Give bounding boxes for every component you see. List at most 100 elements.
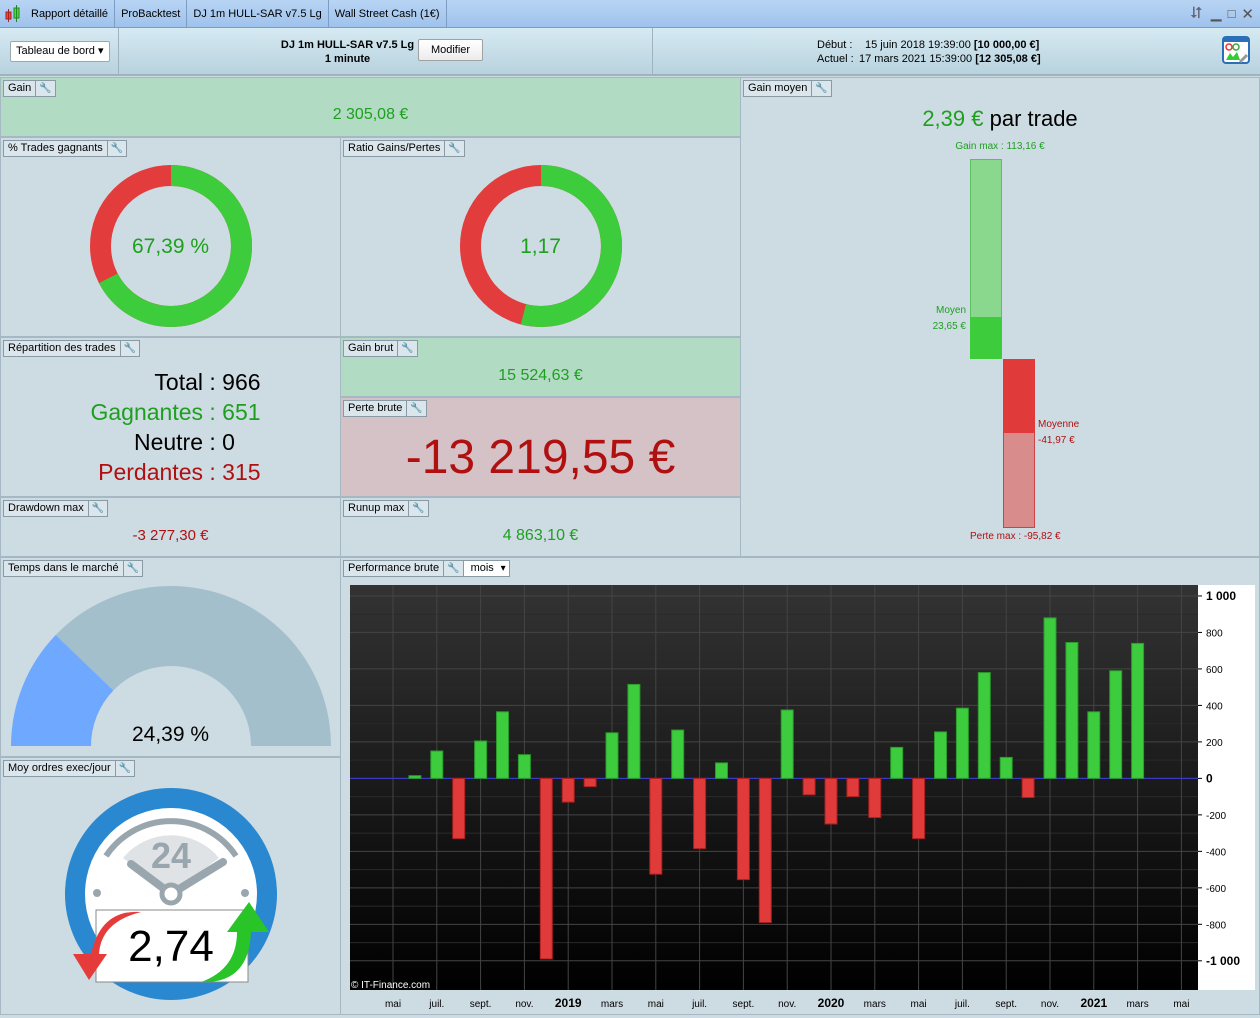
wrench-icon[interactable]: 🔧 [87, 501, 107, 516]
gain-panel: Gain 🔧 2 305,08 € [0, 77, 741, 137]
x-tick-label: 2020 [818, 996, 845, 1010]
avg-loss-label: Moyenne [1038, 419, 1080, 430]
avg-loss-bar [1003, 359, 1035, 434]
gain-title-label: Gain [8, 82, 32, 94]
x-tick-label: sept. [995, 999, 1017, 1010]
gross-gain-value: 15 524,63 € [498, 367, 583, 384]
winning-row: Gagnantes : 651 [1, 397, 341, 427]
x-tick-label: juil. [954, 999, 970, 1010]
x-tick-label: mai [385, 999, 401, 1010]
tab-rapport-detaille[interactable]: Rapport détaillé [25, 0, 116, 28]
runup-title: Runup max [348, 502, 405, 514]
bar-juil--2019 [693, 777, 707, 850]
drawdown-value: -3 277,30 € [132, 527, 209, 544]
start-date: 15 juin 2018 19:39:00 [865, 39, 971, 51]
close-icon[interactable]: ✕ [1241, 5, 1254, 23]
y-tick-label: 600 [1206, 665, 1223, 676]
clock-label: 24 [151, 835, 191, 876]
bar-juin-2020 [934, 731, 947, 779]
bar-juin-2018 [408, 775, 422, 779]
bar-sept--2020 [999, 756, 1013, 779]
max-loss-label: Perte max : -95,82 € [970, 531, 1061, 542]
row-value: 651 [222, 399, 261, 425]
share-icon[interactable]: ⮃ [1190, 5, 1203, 23]
avg-gain-panel: Gain moyen 🔧 2,39 € par trade Gain max : … [740, 77, 1260, 557]
avg-gain-value: 2,39 € [922, 106, 984, 131]
win-pct-panel: % Trades gagnants 🔧 67,39 % [0, 137, 341, 337]
gross-loss-value: -13 219,55 € [405, 431, 676, 484]
y-tick-label: 0 [1206, 771, 1213, 785]
x-tick-label: nov. [1041, 999, 1059, 1010]
x-tick-label: nov. [515, 999, 533, 1010]
gauge-remaining [55, 586, 331, 746]
bar-févr--2021 [1109, 670, 1123, 779]
bar-sept--2018 [474, 740, 488, 779]
avg-win-label: Moyen [935, 305, 966, 316]
gross-gain-title: Gain brut [348, 342, 394, 354]
view-select[interactable]: Tableau de bord ▾ [10, 41, 110, 62]
tab-probacktest[interactable]: ProBacktest [115, 0, 188, 28]
orders-panel: Moy ordres exec/jour 🔧 24 2,74 [0, 757, 341, 1015]
gain-title: Gain 🔧 [3, 80, 56, 97]
performance-chart: mai juil. sept. nov. 2019 mars mai juil. sept. no… [350, 585, 1255, 1010]
report-header: Tableau de bord ▾ DJ 1m HULL-SAR v7.5 Lg… [0, 28, 1260, 76]
candlestick-app-icon [5, 4, 20, 22]
bar-mai-2019 [649, 777, 663, 875]
wrench-icon[interactable]: 🔧 [408, 501, 427, 516]
x-tick-label: mars [601, 999, 623, 1010]
tab-system[interactable]: DJ 1m HULL-SAR v7.5 Lg [187, 0, 329, 28]
win-pct-title: % Trades gagnants [8, 142, 103, 154]
bar-août-2019 [715, 762, 728, 779]
bar-juin-2019 [671, 729, 685, 779]
maximize-icon[interactable]: □ [1228, 6, 1236, 21]
bar-août-2018 [452, 777, 466, 840]
tab-instrument[interactable]: Wall Street Cash (1€) [329, 0, 447, 28]
avg-loss-value: -41,97 € [1038, 435, 1075, 446]
x-tick-label: mars [1126, 999, 1148, 1010]
view-select-value: Tableau de bord [16, 45, 95, 57]
wrench-icon[interactable]: 🔧 [106, 141, 126, 156]
wrench-icon[interactable]: 🔧 [35, 81, 54, 96]
x-tick-label: sept. [733, 999, 755, 1010]
bar-oct--2019 [758, 777, 772, 923]
bar-mai-2020 [912, 777, 926, 840]
dashboard-settings-icon[interactable] [1222, 36, 1252, 66]
row-label: Perdantes [98, 459, 203, 485]
current-capital: [12 305,08 €] [975, 53, 1041, 65]
bar-janv--2019 [561, 777, 575, 803]
gross-loss-title: Perte brute [348, 402, 403, 414]
neutral-row: Neutre : 0 [1, 427, 341, 457]
row-value: 0 [222, 429, 235, 455]
current-label: Actuel : [817, 53, 854, 65]
chevron-down-icon: ▾ [97, 45, 104, 57]
x-tick-label: mars [864, 999, 886, 1010]
wrench-icon[interactable]: 🔧 [444, 141, 463, 156]
row-label: Neutre [133, 429, 203, 455]
bar-juil--2018 [430, 750, 444, 779]
drawdown-panel: Drawdown max 🔧 -3 277,30 € [0, 497, 341, 557]
distribution-panel: Répartition des trades 🔧 Total : 966 Gagn… [0, 337, 341, 497]
wrench-icon[interactable]: 🔧 [406, 401, 425, 416]
wrench-icon[interactable]: 🔧 [811, 81, 830, 96]
avg-win-bar [970, 317, 1002, 359]
wrench-icon[interactable]: 🔧 [119, 341, 139, 356]
start-label: Début : [817, 39, 853, 51]
minimize-icon[interactable]: ▁ [1211, 5, 1222, 22]
time-in-market-value: 24,39 % [131, 723, 210, 746]
gross-gain-panel: Gain brut 🔧 15 524,63 € [340, 337, 741, 397]
wrench-icon[interactable]: 🔧 [114, 761, 134, 776]
bar-mars-2021 [1131, 642, 1145, 779]
gross-loss-panel: Perte brute 🔧 -13 219,55 € [340, 397, 741, 497]
row-label: Gagnantes [90, 399, 203, 425]
bar-juil--2020 [955, 707, 969, 779]
bar-févr--2020 [846, 777, 860, 798]
y-tick-label: -400 [1206, 847, 1226, 858]
win-pct-value: 67,39 % [131, 235, 210, 258]
losing-row: Perdantes : 315 [1, 457, 341, 487]
wrench-icon[interactable]: 🔧 [397, 341, 416, 356]
ratio-panel: Ratio Gains/Pertes 🔧 1,17 [340, 137, 741, 337]
modify-button[interactable]: Modifier [418, 39, 483, 61]
runup-value: 4 863,10 € [502, 527, 579, 544]
y-tick-label: -800 [1206, 920, 1226, 931]
bar-déc--2018 [539, 777, 553, 960]
